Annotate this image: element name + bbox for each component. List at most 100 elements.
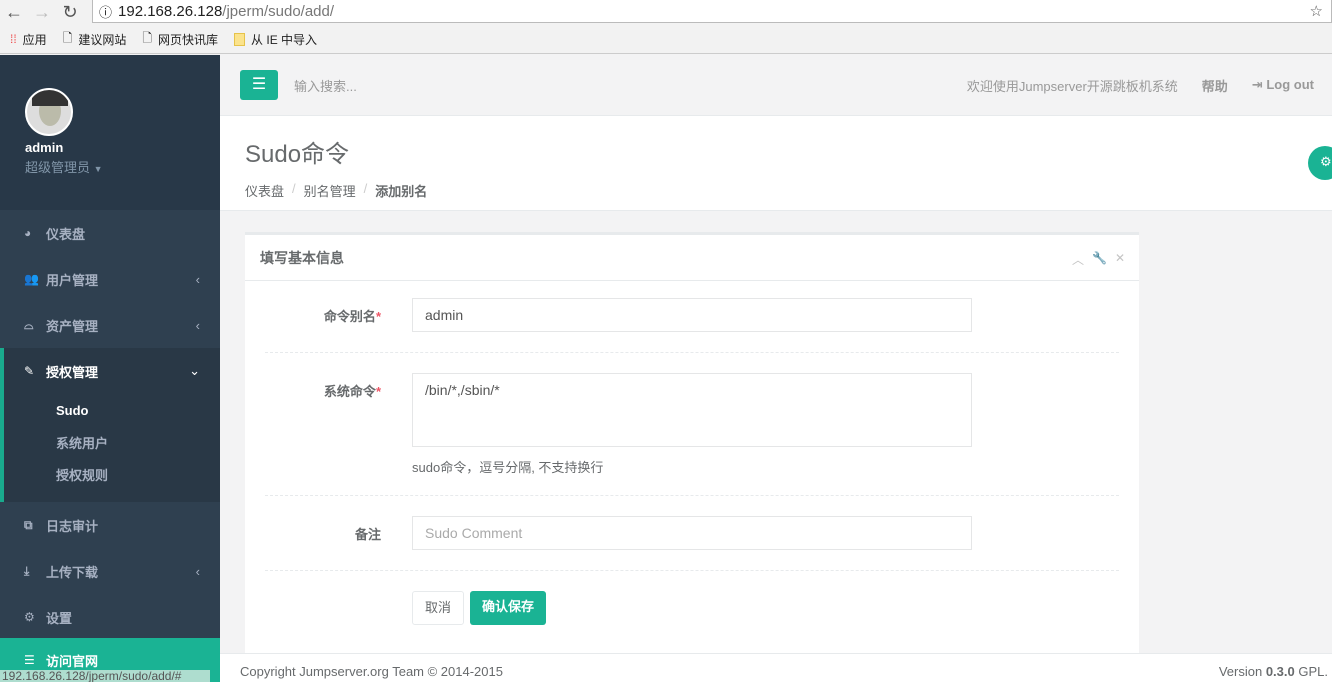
- top-navbar: ☰ 输入搜索... 欢迎使用Jumpserver开源跳板机系统 帮助 ⇥ Log…: [220, 55, 1332, 116]
- bookmark-apps[interactable]: ⁞⁞ 应用: [10, 31, 47, 48]
- copyright-text: Copyright Jumpserver.org Team © 2014-201…: [240, 664, 503, 679]
- sidebar-item-dashboard[interactable]: ◕ 仪表盘: [0, 210, 220, 256]
- panel-title: 填写基本信息: [260, 249, 344, 266]
- edit-icon: ✎: [24, 364, 35, 378]
- divider: [265, 352, 1119, 353]
- required-mark: *: [375, 384, 381, 399]
- bookmark-suggested[interactable]: 🗋 建议网站: [63, 29, 127, 50]
- breadcrumb-separator: /: [292, 181, 296, 196]
- browser-status-bar: 192.168.26.128/jperm/sudo/add/#: [0, 670, 210, 682]
- sidebar-item-logs[interactable]: ⧉ 日志审计: [0, 502, 220, 548]
- menu-label: 用户管理: [46, 272, 99, 288]
- database-icon: ☰: [24, 653, 35, 667]
- folder-icon: [234, 32, 246, 46]
- page-icon: 🗋: [62, 30, 73, 45]
- logout-link[interactable]: ⇥ Log out: [1252, 77, 1314, 93]
- inbox-icon: ⌓: [24, 317, 34, 332]
- close-icon[interactable]: ✕: [1115, 251, 1125, 268]
- menu-toggle-button[interactable]: ☰: [240, 70, 278, 100]
- form-panel: 填写基本信息 ︿ 🔧 ✕ 命令别名* admin 系统命令* /bin/*,/sbi…: [245, 232, 1139, 662]
- chevron-left-icon: ‹: [195, 563, 200, 579]
- wrench-icon[interactable]: 🔧: [1092, 251, 1107, 268]
- url-path: /jperm/sudo/add/: [222, 2, 335, 20]
- version-suffix: GPL.: [1298, 664, 1328, 679]
- command-label: 系统命令: [323, 384, 376, 399]
- search-input[interactable]: 输入搜索...: [294, 76, 357, 95]
- breadcrumb: 仪表盘 / 别名管理 / 添加别名: [245, 181, 1307, 200]
- profile: admin 超级管理员 ▼: [0, 55, 220, 210]
- help-link[interactable]: 帮助: [1202, 76, 1228, 95]
- menu-label: 授权管理: [46, 364, 99, 380]
- required-mark: *: [375, 309, 381, 324]
- bookmark-webslice[interactable]: 🗋 网页快讯库: [142, 29, 218, 50]
- logout-label: Log out: [1266, 77, 1314, 92]
- chevron-left-icon: ‹: [195, 317, 200, 333]
- bookmark-label: 从 IE 中导入: [251, 32, 318, 47]
- cancel-button[interactable]: 取消: [412, 591, 465, 625]
- back-icon[interactable]: ←: [0, 2, 28, 23]
- sidebar-sub-sudo[interactable]: Sudo: [4, 394, 220, 426]
- sidebar: admin 超级管理员 ▼ ◕ 仪表盘 👥 用户管理 ‹ ⌓ 资产管理 ‹ ✎ 授权管理 ⌄ …: [0, 55, 220, 682]
- breadcrumb-dashboard[interactable]: 仪表盘: [245, 181, 284, 200]
- welcome-text: 欢迎使用Jumpserver开源跳板机系统: [966, 78, 1178, 94]
- version-number: 0.3.0: [1265, 664, 1295, 679]
- url-host: 192.168.26.128: [118, 2, 223, 20]
- menu-label: 上传下载: [46, 564, 99, 580]
- page-title: Sudo命令: [245, 141, 350, 168]
- bookmark-import[interactable]: 从 IE 中导入: [234, 31, 317, 48]
- sidebar-item-settings[interactable]: ⚙ 设置: [0, 594, 220, 640]
- alias-label: 命令别名: [323, 309, 376, 324]
- save-button[interactable]: 确认保存: [470, 591, 547, 625]
- gear-icon: ⚙: [1320, 154, 1332, 169]
- divider: [265, 495, 1119, 496]
- breadcrumb-separator: /: [363, 181, 368, 196]
- menu-label: 资产管理: [46, 318, 99, 334]
- sidebar-item-permissions[interactable]: ✎ 授权管理 ⌄: [4, 348, 220, 394]
- files-icon: ⧉: [24, 517, 33, 532]
- version-prefix: Version: [1218, 664, 1263, 679]
- bookmark-label: 应用: [22, 32, 47, 47]
- reload-icon[interactable]: ↻: [56, 2, 84, 23]
- comment-input[interactable]: Sudo Comment: [412, 516, 972, 550]
- bars-icon: ☰: [251, 76, 267, 93]
- page-heading: Sudo命令 仪表盘 / 别名管理 / 添加别名 ⚙: [220, 116, 1332, 211]
- cogs-icon: ⚙: [24, 610, 35, 624]
- divider: [265, 570, 1119, 571]
- alias-input[interactable]: admin: [412, 298, 972, 332]
- forward-icon[interactable]: →: [28, 2, 56, 23]
- dashboard-icon: ◕: [24, 226, 32, 240]
- bookmark-label: 建议网站: [78, 32, 127, 47]
- sign-out-icon: ⇥: [1251, 77, 1263, 92]
- footer: Copyright Jumpserver.org Team © 2014-201…: [220, 653, 1332, 682]
- settings-gear-button[interactable]: ⚙: [1308, 146, 1332, 180]
- role-dropdown[interactable]: 超级管理员 ▼: [25, 157, 220, 176]
- bookmark-label: 网页快讯库: [158, 32, 219, 47]
- chevron-left-icon: ‹: [195, 271, 200, 287]
- menu-label: 日志审计: [46, 518, 99, 534]
- chevron-up-icon[interactable]: ︿: [1072, 251, 1084, 268]
- menu-label: 访问官网: [46, 653, 99, 669]
- user-name: admin: [25, 140, 64, 155]
- sidebar-item-transfer[interactable]: ⤓ 上传下载 ‹: [0, 548, 220, 594]
- download-icon: ⤓: [24, 563, 30, 578]
- sidebar-group-permissions: ✎ 授权管理 ⌄ Sudo 系统用户 授权规则: [0, 348, 220, 502]
- star-icon[interactable]: ☆: [1310, 2, 1323, 20]
- apps-icon: ⁞⁞: [10, 32, 17, 46]
- browser-chrome: ← → ↻ ⓘ 192.168.26.128/jperm/sudo/add/ ☆ ⁞…: [0, 0, 1332, 54]
- sidebar-item-users[interactable]: 👥 用户管理 ‹: [0, 256, 220, 302]
- command-textarea[interactable]: /bin/*,/sbin/*: [412, 373, 972, 447]
- role-label: 超级管理员: [25, 160, 91, 175]
- address-bar[interactable]: ⓘ 192.168.26.128/jperm/sudo/add/ ☆: [92, 0, 1332, 23]
- avatar[interactable]: [25, 88, 73, 136]
- users-icon: 👥: [24, 272, 39, 286]
- caret-down-icon: ▼: [93, 164, 103, 174]
- command-help-text: sudo命令，逗号分隔, 不支持换行: [412, 460, 604, 475]
- page-icon: 🗋: [142, 30, 153, 45]
- chevron-down-icon: ⌄: [189, 363, 200, 378]
- info-icon: ⓘ: [99, 4, 113, 20]
- sidebar-item-assets[interactable]: ⌓ 资产管理 ‹: [0, 302, 220, 348]
- sidebar-sub-rules[interactable]: 授权规则: [4, 458, 220, 490]
- breadcrumb-alias[interactable]: 别名管理: [304, 181, 356, 200]
- sidebar-sub-system-users[interactable]: 系统用户: [4, 426, 220, 458]
- menu-label: 仪表盘: [46, 226, 86, 242]
